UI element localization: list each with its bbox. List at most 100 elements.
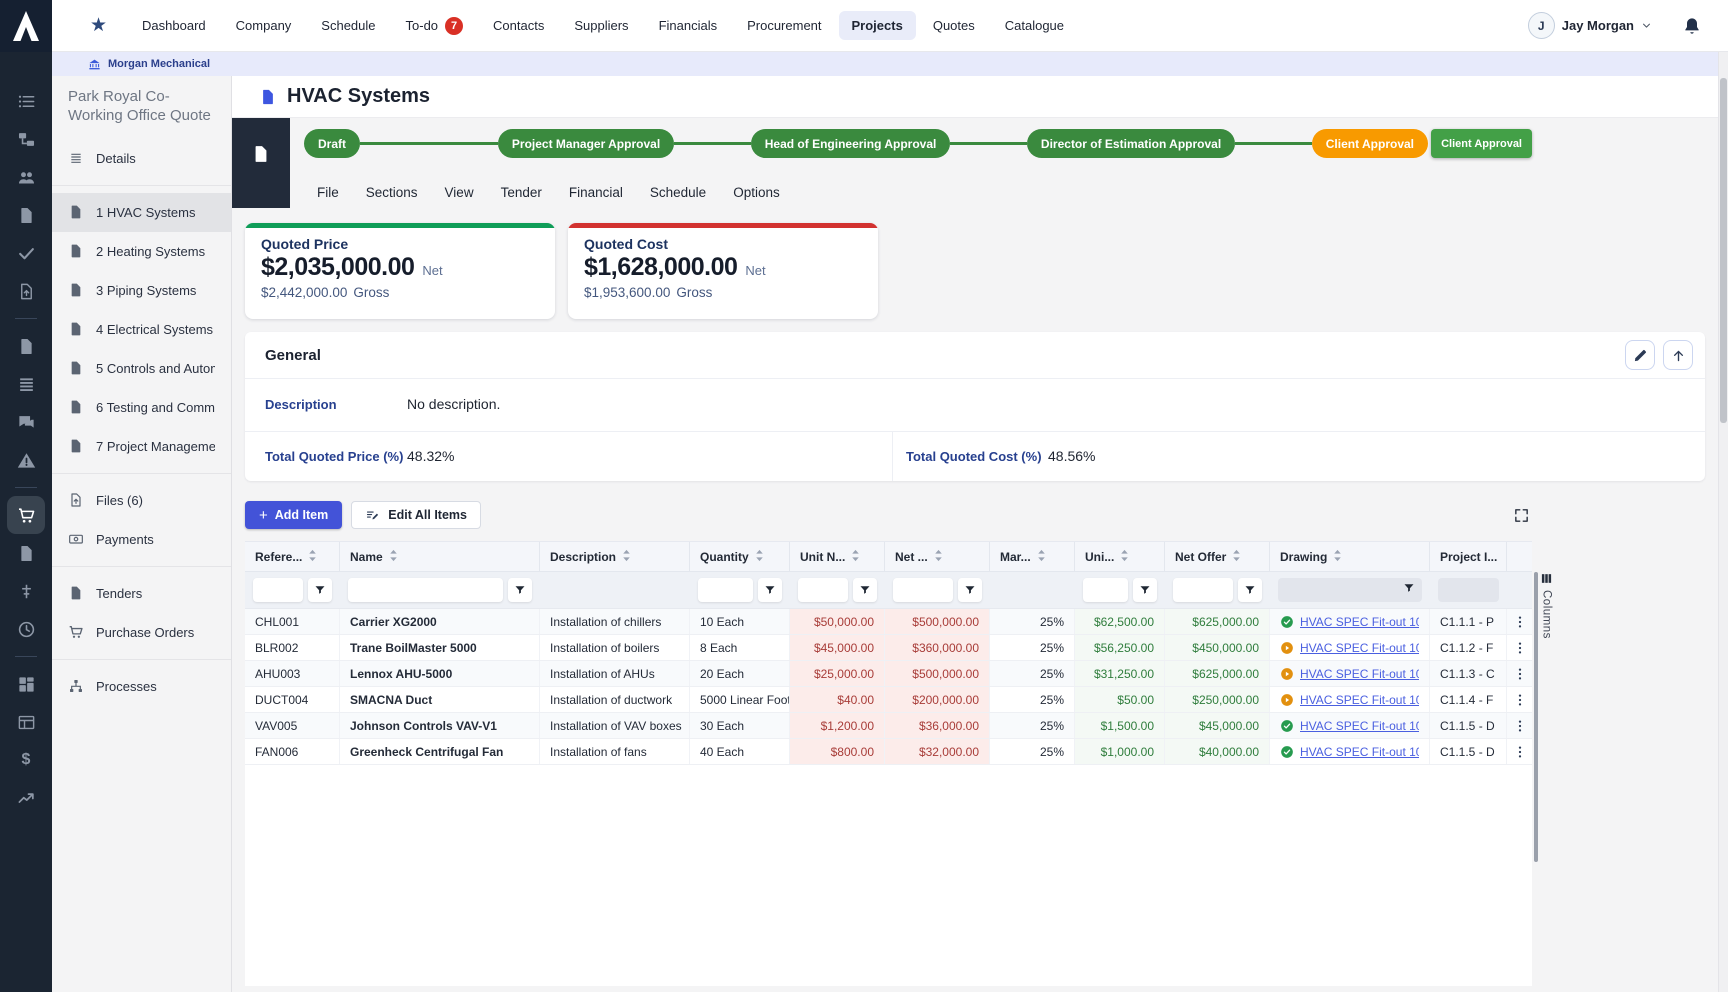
column-header-description[interactable]: Description [540,542,690,572]
section-tab[interactable] [232,118,290,208]
nav-item-schedule[interactable]: Schedule [308,11,388,40]
app-logo[interactable] [0,0,52,52]
sort-icon[interactable] [1037,549,1046,565]
sidebar-item-tenders[interactable]: Tenders [52,574,231,613]
sort-icon[interactable] [622,549,631,565]
drawing-link[interactable]: HVAC SPEC Fit-out 10... [1300,693,1419,707]
nav-item-company[interactable]: Company [223,11,305,40]
filter-button-unit_offer[interactable] [1133,578,1157,602]
sidebar-item-payments[interactable]: Payments [52,520,231,559]
sort-icon[interactable] [308,549,317,565]
drawing-link[interactable]: HVAC SPEC Fit-out 10... [1300,719,1419,733]
nav-item-suppliers[interactable]: Suppliers [561,11,641,40]
nav-item-dashboard[interactable]: Dashboard [129,11,219,40]
sort-icon[interactable] [934,549,943,565]
sliders-icon[interactable] [7,572,45,610]
page-scrollbar-thumb[interactable] [1720,78,1727,423]
sidebar-item-details[interactable]: Details [52,139,231,178]
warning-icon[interactable] [7,441,45,479]
table-row[interactable]: FAN006Greenheck Centrifugal FanInstallat… [245,739,1532,765]
row-menu-button[interactable] [1507,713,1532,738]
column-header-name[interactable]: Name [340,542,540,572]
nav-item-projects[interactable]: Projects [839,11,916,40]
notifications-bell-icon[interactable] [1682,16,1702,36]
table-row[interactable]: CHL001Carrier XG2000Installation of chil… [245,609,1532,635]
menu-item-tender[interactable]: Tender [501,185,542,200]
dollar-icon[interactable]: $ [7,741,45,779]
sidebar-item-4-electrical-systems[interactable]: 4 Electrical Systems [52,310,231,349]
document-icon[interactable] [7,196,45,234]
sidebar-item-7-project-management[interactable]: 7 Project Management [52,427,231,466]
list-icon[interactable] [7,82,45,120]
fullscreen-button[interactable] [1510,504,1532,526]
column-header-unit_net[interactable]: Unit N... [790,542,885,572]
check-icon[interactable] [7,234,45,272]
chat-icon[interactable] [7,403,45,441]
menu-item-options[interactable]: Options [733,185,780,200]
drawing-link[interactable]: HVAC SPEC Fit-out 10... [1300,615,1419,629]
document-icon[interactable] [7,327,45,365]
sort-icon[interactable] [755,549,764,565]
filter-button-unit_net[interactable] [853,578,877,602]
edit-button[interactable] [1625,340,1655,370]
favourites-star-icon[interactable]: ★ [90,16,107,35]
sidebar-item-1-hvac-systems[interactable]: 1 HVAC Systems [52,193,231,232]
filter-button-drawing[interactable] [1403,581,1415,599]
column-header-net[interactable]: Net ... [885,542,990,572]
drawing-link[interactable]: HVAC SPEC Fit-out 10... [1300,667,1419,681]
sidebar-item-5-controls-and-automation[interactable]: 5 Controls and Automation [52,349,231,388]
table-row[interactable]: DUCT004SMACNA DuctInstallation of ductwo… [245,687,1532,713]
menu-item-sections[interactable]: Sections [366,185,418,200]
user-menu[interactable]: J Jay Morgan [1528,12,1652,39]
filter-input-quantity[interactable] [698,578,753,602]
sidebar-item-files-6[interactable]: Files (6) [52,481,231,520]
column-header-net_offer[interactable]: Net Offer [1165,542,1270,572]
sort-icon[interactable] [851,549,860,565]
people-icon[interactable] [7,158,45,196]
filter-input-name[interactable] [348,578,503,602]
sort-icon[interactable] [1232,549,1241,565]
filter-button-net_offer[interactable] [1238,578,1262,602]
filter-button-net[interactable] [958,578,982,602]
trend-icon[interactable] [7,779,45,817]
filter-input-net[interactable] [893,578,953,602]
sidebar-item-purchase-orders[interactable]: Purchase Orders [52,613,231,652]
sort-icon[interactable] [1333,549,1342,565]
row-menu-button[interactable] [1507,739,1532,764]
filter-button-name[interactable] [508,578,532,602]
sort-icon[interactable] [1120,549,1129,565]
sidebar-item-2-heating-systems[interactable]: 2 Heating Systems [52,232,231,271]
document-icon[interactable] [7,534,45,572]
cart-icon[interactable] [7,496,45,534]
client-approval-button[interactable]: Client Approval [1431,129,1532,158]
column-header-unit_offer[interactable]: Uni... [1075,542,1165,572]
menu-item-file[interactable]: File [317,185,339,200]
clock-icon[interactable] [7,610,45,648]
add-item-button[interactable]: + Add Item [245,501,342,529]
nav-item-contacts[interactable]: Contacts [480,11,557,40]
filter-button-quantity[interactable] [758,578,782,602]
export-button[interactable] [1663,340,1693,370]
table-icon[interactable] [7,703,45,741]
nav-item-quotes[interactable]: Quotes [920,11,988,40]
nav-item-financials[interactable]: Financials [646,11,731,40]
sort-icon[interactable] [389,549,398,565]
sidebar-item-processes[interactable]: Processes [52,667,231,706]
row-menu-button[interactable] [1507,635,1532,660]
column-header-reference[interactable]: Refere... [245,542,340,572]
menu-item-view[interactable]: View [445,185,474,200]
row-menu-button[interactable] [1507,661,1532,686]
row-menu-button[interactable] [1507,687,1532,712]
table-row[interactable]: AHU003Lennox AHU-5000Installation of AHU… [245,661,1532,687]
filter-input-unit_net[interactable] [798,578,848,602]
menu-item-schedule[interactable]: Schedule [650,185,706,200]
column-header-margin[interactable]: Mar... [990,542,1075,572]
column-header-project[interactable]: Project I... [1430,542,1507,572]
filter-input-unit_offer[interactable] [1083,578,1128,602]
column-header-quantity[interactable]: Quantity [690,542,790,572]
row-menu-button[interactable] [1507,609,1532,634]
sidebar-item-3-piping-systems[interactable]: 3 Piping Systems [52,271,231,310]
menu-item-financial[interactable]: Financial [569,185,623,200]
sidebar-item-6-testing-and-commissioning[interactable]: 6 Testing and Commissioning [52,388,231,427]
drawing-link[interactable]: HVAC SPEC Fit-out 10... [1300,745,1419,759]
